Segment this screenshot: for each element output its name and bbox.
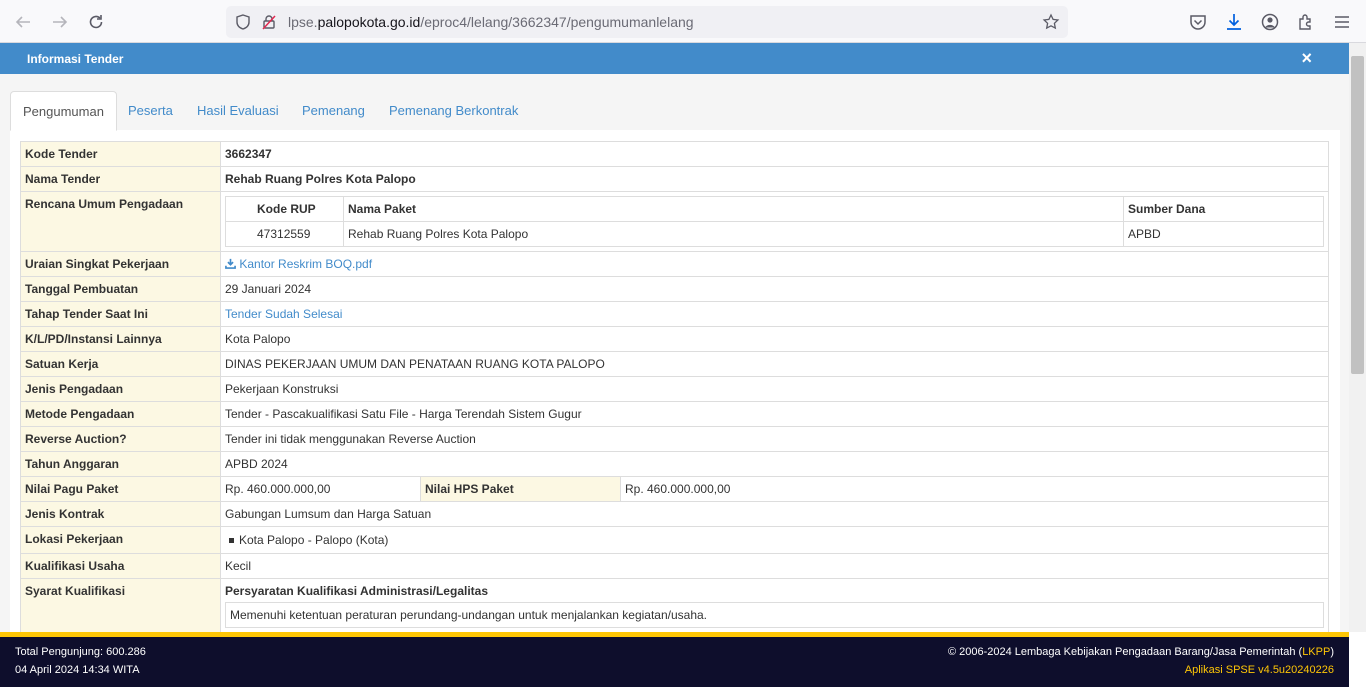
download-icon — [225, 258, 236, 269]
syarat-table: Memenuhi ketentuan peraturan perundang-u… — [225, 602, 1324, 628]
forward-arrow-icon[interactable] — [48, 10, 72, 34]
table-row: Nilai Pagu Paket Rp. 460.000.000,00 Nila… — [20, 476, 1329, 502]
syarat-item: Memenuhi ketentuan peraturan perundang-u… — [225, 602, 1324, 628]
label-kontrak: Jenis Kontrak — [20, 501, 221, 527]
satker-value: DINAS PEKERJAAN UMUM DAN PENATAAN RUANG … — [220, 351, 1329, 377]
label-klpd: K/L/PD/Instansi Lainnya — [20, 326, 221, 352]
rup-header-sumber: Sumber Dana — [1123, 196, 1324, 222]
rup-kode-value: 47312559 — [225, 221, 344, 247]
table-row: Jenis Pengadaan Pekerjaan Konstruksi — [20, 376, 1329, 402]
label-uraian: Uraian Singkat Pekerjaan — [20, 251, 221, 277]
download-icon[interactable] — [1224, 12, 1244, 32]
table-row: Lokasi Pekerjaan Kota Palopo - Palopo (K… — [20, 526, 1329, 554]
kualifikasi-usaha-value: Kecil — [220, 553, 1329, 579]
rup-nama-value: Rehab Ruang Polres Kota Palopo — [343, 221, 1124, 247]
table-row: Uraian Singkat Pekerjaan Kantor Reskrim … — [20, 251, 1329, 277]
lokasi-value: Kota Palopo - Palopo (Kota) — [239, 533, 389, 547]
bullet-icon — [229, 538, 234, 543]
rup-header-kode: Kode RUP — [225, 196, 344, 222]
url-bar[interactable]: lpse.palopokota.go.id/eproc4/lelang/3662… — [226, 6, 1068, 38]
nama-tender-value: Rehab Ruang Polres Kota Palopo — [220, 166, 1329, 192]
label-reverse: Reverse Auction? — [20, 426, 221, 452]
pocket-icon[interactable] — [1188, 12, 1208, 32]
visitor-count: Total Pengunjung: 600.286 — [15, 646, 146, 658]
tanggal-value: 29 Januari 2024 — [220, 276, 1329, 302]
tender-info-table: Kode Tender 3662347 Nama Tender Rehab Ru… — [20, 141, 1329, 635]
label-kualifikasi-usaha: Kualifikasi Usaha — [20, 553, 221, 579]
account-icon[interactable] — [1260, 12, 1280, 32]
app-version: Aplikasi SPSE v4.5u20240226 — [1184, 664, 1334, 676]
kontrak-value: Gabungan Lumsum dan Harga Satuan — [220, 501, 1329, 527]
browser-toolbar: lpse.palopokota.go.id/eproc4/lelang/3662… — [0, 0, 1366, 43]
table-row: Kualifikasi Usaha Kecil — [20, 553, 1329, 579]
table-row: Nama Tender Rehab Ruang Polres Kota Palo… — [20, 166, 1329, 192]
label-tahap: Tahap Tender Saat Ini — [20, 301, 221, 327]
tab-pengumuman[interactable]: Pengumuman — [10, 91, 117, 131]
tahun-value: APBD 2024 — [220, 451, 1329, 477]
table-row: Syarat Kualifikasi Persyaratan Kualifika… — [20, 578, 1329, 635]
table-row: Tahap Tender Saat Ini Tender Sudah Seles… — [20, 301, 1329, 327]
rup-sumber-value: APBD — [1123, 221, 1324, 247]
pagu-value: Rp. 460.000.000,00 — [220, 476, 421, 502]
reload-icon[interactable] — [84, 10, 108, 34]
table-row: 47312559 Rehab Ruang Polres Kota Palopo … — [225, 221, 1324, 247]
url-text[interactable]: lpse.palopokota.go.id/eproc4/lelang/3662… — [288, 14, 694, 30]
lkpp-link[interactable]: LKPP — [1302, 646, 1330, 658]
back-arrow-icon[interactable] — [11, 10, 35, 34]
footer: Total Pengunjung: 600.286 04 April 2024 … — [0, 637, 1349, 687]
label-hps: Nilai HPS Paket — [420, 476, 621, 502]
close-icon[interactable]: × — [1301, 48, 1312, 69]
table-row: Tanggal Pembuatan 29 Januari 2024 — [20, 276, 1329, 302]
table-row: Kode Tender 3662347 — [20, 141, 1329, 167]
tab-pemenang-berkontrak[interactable]: Pemenang Berkontrak — [377, 91, 530, 131]
label-rup: Rencana Umum Pengadaan — [20, 191, 221, 252]
label-pagu: Nilai Pagu Paket — [20, 476, 221, 502]
label-nama-tender: Nama Tender — [20, 166, 221, 192]
label-lokasi: Lokasi Pekerjaan — [20, 526, 221, 554]
label-jenis-pengadaan: Jenis Pengadaan — [20, 376, 221, 402]
scrollbar-thumb[interactable] — [1351, 56, 1364, 374]
label-tanggal: Tanggal Pembuatan — [20, 276, 221, 302]
table-row: K/L/PD/Instansi Lainnya Kota Palopo — [20, 326, 1329, 352]
footer-datetime: 04 April 2024 14:34 WITA — [15, 664, 140, 676]
syarat-heading: Persyaratan Kualifikasi Administrasi/Leg… — [225, 584, 488, 598]
copyright: © 2006-2024 Lembaga Kebijakan Pengadaan … — [947, 646, 1334, 658]
modal-title: Informasi Tender — [27, 52, 124, 66]
rup-table: Kode RUP Nama Paket Sumber Dana 47312559… — [225, 196, 1324, 247]
insecure-lock-icon[interactable] — [260, 13, 278, 31]
bookmark-star-icon[interactable] — [1042, 13, 1060, 31]
tab-peserta[interactable]: Peserta — [116, 91, 185, 131]
table-row: Reverse Auction? Tender ini tidak menggu… — [20, 426, 1329, 452]
table-row: Satuan Kerja DINAS PEKERJAAN UMUM DAN PE… — [20, 351, 1329, 377]
rup-header-nama: Nama Paket — [343, 196, 1124, 222]
table-row: Metode Pengadaan Tender - Pascakualifika… — [20, 401, 1329, 427]
boq-download-link[interactable]: Kantor Reskrim BOQ.pdf — [225, 257, 372, 271]
label-syarat: Syarat Kualifikasi — [20, 578, 221, 635]
label-tahun: Tahun Anggaran — [20, 451, 221, 477]
label-kode-tender: Kode Tender — [20, 141, 221, 167]
modal-header: Informasi Tender × — [0, 43, 1349, 74]
reverse-value: Tender ini tidak menggunakan Reverse Auc… — [220, 426, 1329, 452]
tab-pemenang[interactable]: Pemenang — [290, 91, 377, 131]
kode-tender-value: 3662347 — [220, 141, 1329, 167]
jenis-pengadaan-value: Pekerjaan Konstruksi — [220, 376, 1329, 402]
klpd-value: Kota Palopo — [220, 326, 1329, 352]
label-satker: Satuan Kerja — [20, 351, 221, 377]
table-row: Tahun Anggaran APBD 2024 — [20, 451, 1329, 477]
table-row: Rencana Umum Pengadaan Kode RUP Nama Pak… — [20, 191, 1329, 252]
menu-hamburger-icon[interactable] — [1332, 12, 1352, 32]
label-metode: Metode Pengadaan — [20, 401, 221, 427]
extensions-icon[interactable] — [1296, 12, 1316, 32]
table-row: Jenis Kontrak Gabungan Lumsum dan Harga … — [20, 501, 1329, 527]
hps-value: Rp. 460.000.000,00 — [620, 476, 1329, 502]
metode-value: Tender - Pascakualifikasi Satu File - Ha… — [220, 401, 1329, 427]
tab-hasil-evaluasi[interactable]: Hasil Evaluasi — [185, 91, 291, 131]
shield-icon[interactable] — [234, 13, 252, 31]
tahap-link[interactable]: Tender Sudah Selesai — [225, 307, 342, 321]
